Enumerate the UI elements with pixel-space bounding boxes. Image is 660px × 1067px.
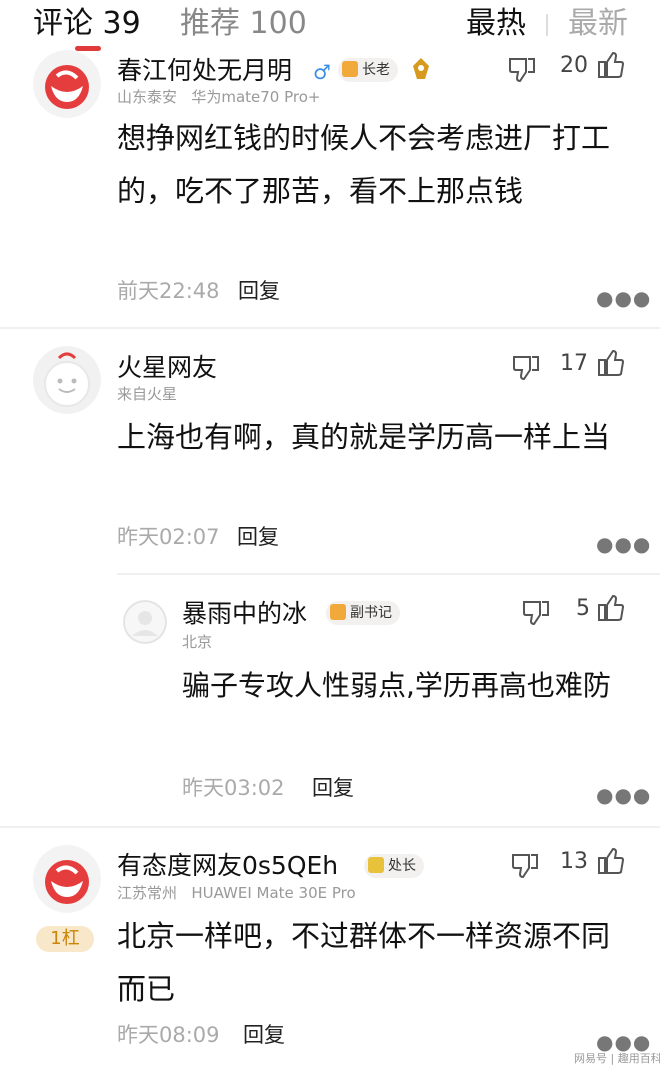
- comment-time: 前天22:48: [117, 279, 220, 303]
- rank-badge: 长老: [338, 58, 398, 82]
- comment-author[interactable]: 暴雨中的冰: [182, 598, 307, 630]
- pen-medal-icon: [410, 57, 432, 87]
- dislike-icon[interactable]: [511, 352, 541, 382]
- comment-location: 江苏常州 HUAWEI Mate 30E Pro: [117, 883, 356, 903]
- user-level-badge: 1杠: [36, 926, 94, 952]
- badge-icon: [368, 857, 384, 873]
- like-icon[interactable]: [596, 593, 626, 623]
- reply-button[interactable]: 回复: [237, 523, 279, 551]
- comment-time: 昨天08:09: [117, 1023, 220, 1047]
- like-icon[interactable]: [596, 846, 626, 876]
- device-text: HUAWEI Mate 30E Pro: [191, 884, 356, 902]
- dislike-icon[interactable]: [507, 54, 537, 84]
- more-options-icon[interactable]: ●●●: [596, 534, 651, 554]
- divider: [0, 327, 660, 329]
- comment-tabs: 评论 39 推荐 100 最热 最新: [0, 0, 660, 52]
- comment-location: 北京: [182, 633, 213, 651]
- tab-recommend-count: 100: [249, 6, 307, 41]
- comment-author[interactable]: 有态度网友0s5QEh: [117, 850, 338, 882]
- avatar[interactable]: [33, 50, 101, 118]
- comment-location: 山东泰安 华为mate70 Pro+: [117, 87, 320, 107]
- more-options-icon[interactable]: ●●●: [596, 785, 651, 805]
- avatar[interactable]: [33, 346, 101, 414]
- gender-male-icon: ♂: [313, 60, 331, 84]
- watermark: 网易号 | 趣用百科: [574, 1052, 660, 1065]
- like-icon[interactable]: [596, 348, 626, 378]
- sort-hot[interactable]: 最热: [466, 4, 526, 44]
- reply-button[interactable]: 回复: [238, 277, 280, 305]
- comment-author[interactable]: 火星网友: [117, 352, 217, 384]
- divider: [0, 826, 660, 828]
- rank-badge: 副书记: [326, 601, 400, 625]
- dislike-icon[interactable]: [510, 850, 540, 880]
- more-options-icon[interactable]: ●●●: [596, 288, 651, 308]
- device-text: 华为mate70 Pro+: [191, 88, 321, 106]
- tab-recommend[interactable]: 推荐 100: [180, 4, 307, 44]
- badge-icon: [330, 604, 346, 620]
- badge-label: 副书记: [350, 605, 392, 621]
- like-count: 5: [576, 596, 590, 621]
- badge-icon: [342, 61, 358, 77]
- like-count: 20: [560, 53, 588, 78]
- active-tab-indicator: [75, 46, 101, 51]
- tab-comments-count: 39: [102, 6, 141, 41]
- like-icon[interactable]: [596, 50, 626, 80]
- tab-comments-label: 评论: [33, 6, 93, 41]
- badge-label: 长老: [362, 62, 390, 78]
- tab-comments[interactable]: 评论 39: [33, 4, 141, 44]
- comment-author[interactable]: 春江何处无月明: [117, 55, 292, 87]
- comment-time: 昨天02:07: [117, 525, 220, 549]
- divider: [117, 573, 660, 575]
- dislike-icon[interactable]: [521, 597, 551, 627]
- reply-button[interactable]: 回复: [312, 774, 354, 802]
- rank-badge: 处长: [364, 854, 424, 878]
- more-options-icon[interactable]: ●●●: [596, 1032, 651, 1052]
- comment-text: 想挣网红钱的时候人不会考虑进厂打工的，吃不了那苦，看不上那点钱: [117, 121, 611, 208]
- sort-divider: [546, 14, 548, 36]
- comment-text: 上海也有啊，真的就是学历高一样上当: [117, 420, 611, 454]
- comment-time: 昨天03:02: [182, 776, 285, 800]
- like-count: 13: [560, 849, 588, 874]
- comment-text: 骗子专攻人性弱点,学历再高也难防: [182, 669, 611, 702]
- location-text: 江苏常州: [117, 884, 178, 902]
- reply-button[interactable]: 回复: [243, 1021, 285, 1049]
- avatar[interactable]: [123, 600, 167, 644]
- avatar[interactable]: [33, 845, 101, 913]
- location-text: 山东泰安: [117, 88, 178, 106]
- like-count: 17: [560, 351, 588, 376]
- comment-location: 来自火星: [117, 385, 178, 403]
- comment-text: 北京一样吧，不过群体不一样资源不同而已: [117, 919, 611, 1006]
- sort-latest[interactable]: 最新: [568, 4, 628, 44]
- tab-recommend-label: 推荐: [180, 6, 240, 41]
- badge-label: 处长: [388, 858, 416, 874]
